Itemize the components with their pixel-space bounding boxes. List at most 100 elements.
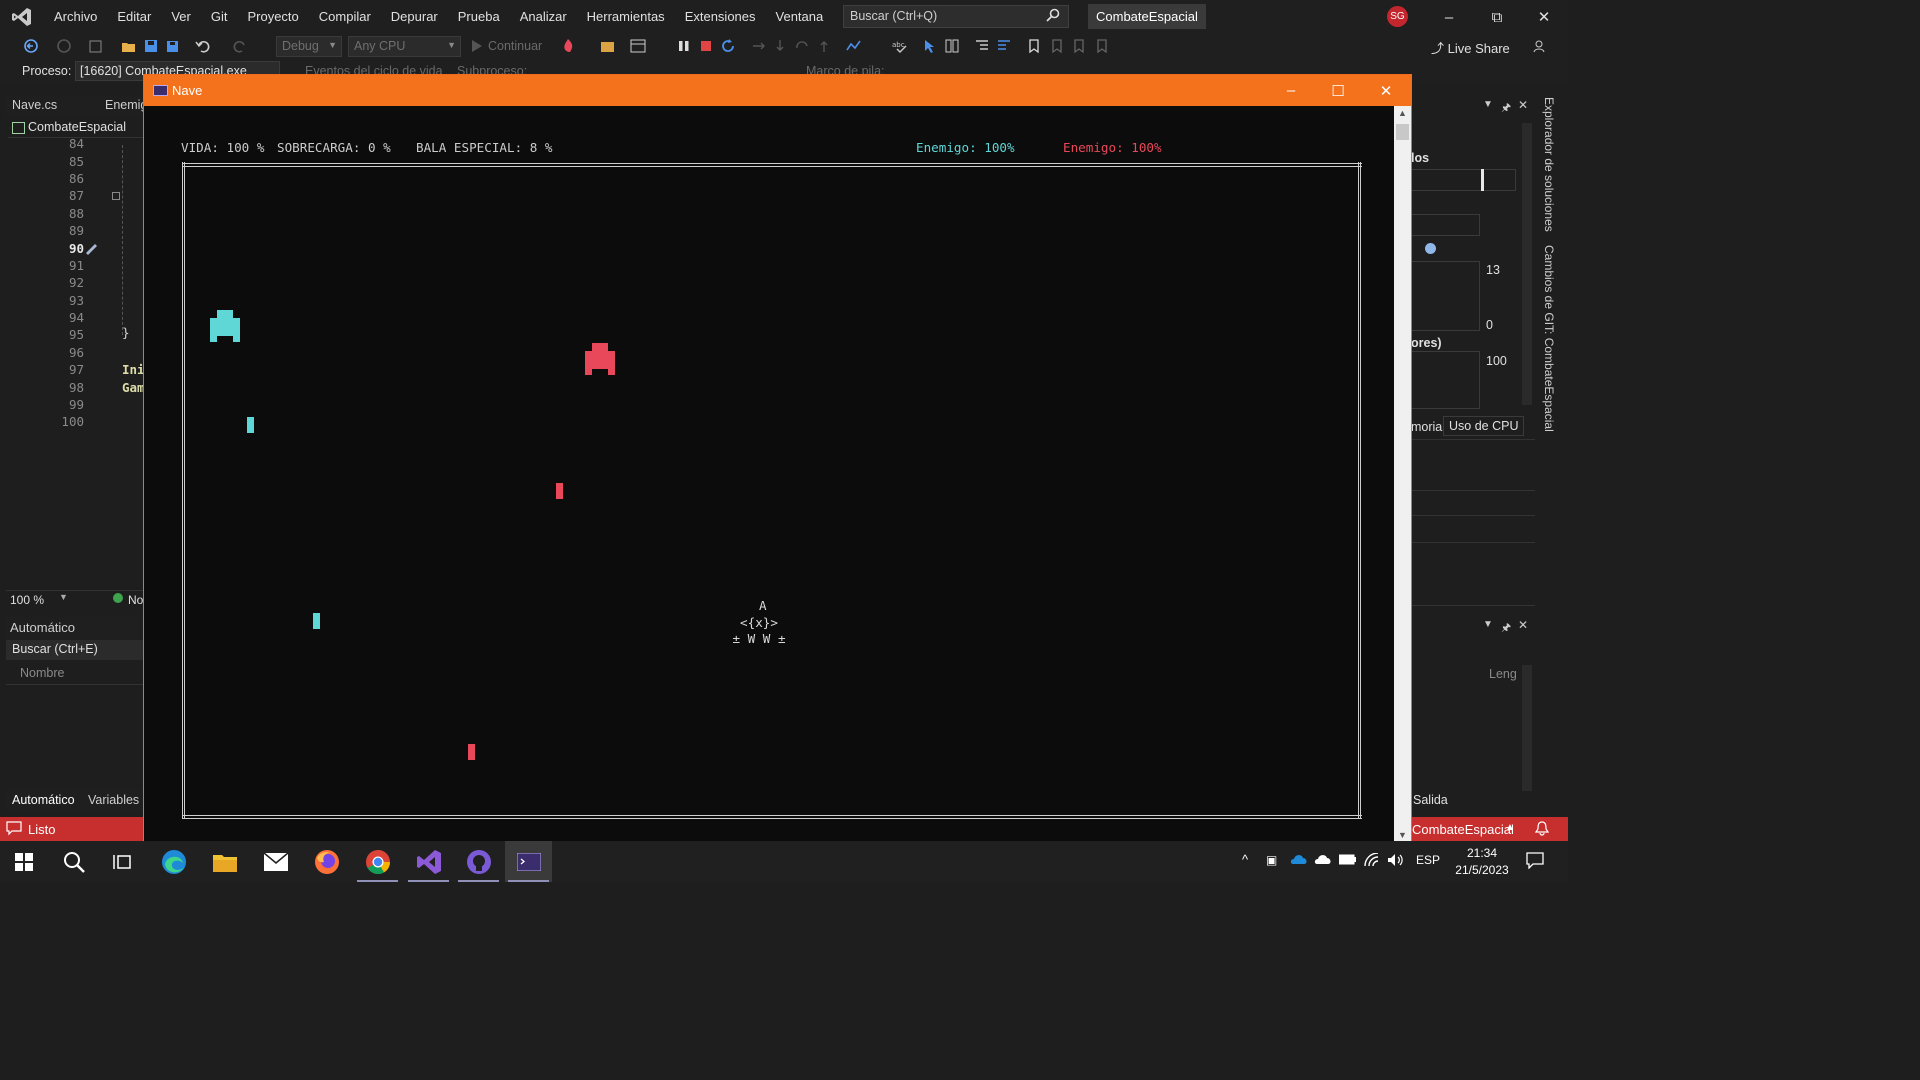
menu-ver[interactable]: Ver xyxy=(161,0,201,34)
zoom-dropdown[interactable]: 100 % xyxy=(10,593,44,607)
configuration-dropdown[interactable]: Debug ▼ xyxy=(276,36,342,57)
tab-autos[interactable]: Automático xyxy=(12,793,75,807)
menu-compilar[interactable]: Compilar xyxy=(309,0,381,34)
save-icon[interactable] xyxy=(143,38,159,54)
console-title-bar[interactable]: Nave – ☐ ✕ xyxy=(144,75,1411,106)
spellcheck-icon[interactable]: abc xyxy=(892,38,908,54)
status-project-selector[interactable]: CombateEspacial xyxy=(1412,822,1514,837)
maximize-icon[interactable]: ☐ xyxy=(1315,75,1361,106)
file-explorer-icon[interactable] xyxy=(201,841,248,882)
restore-icon[interactable]: ⧉ xyxy=(1474,0,1520,34)
close-icon[interactable]: ✕ xyxy=(1521,0,1567,34)
menu-analizar[interactable]: Analizar xyxy=(510,0,577,34)
chrome-icon[interactable] xyxy=(354,841,401,882)
menu-herramientas[interactable]: Herramientas xyxy=(577,0,675,34)
menu-git[interactable]: Git xyxy=(201,0,238,34)
live-share-button[interactable]: ⤴ Live Share xyxy=(1431,38,1510,57)
menu-ventana[interactable]: Ventana xyxy=(766,0,834,34)
close-icon[interactable]: ✕ xyxy=(1518,98,1528,112)
onedrive-blue-icon[interactable] xyxy=(1290,853,1308,868)
outdent-icon[interactable] xyxy=(974,38,990,54)
redo-icon[interactable] xyxy=(232,38,248,54)
show-next-statement-icon[interactable] xyxy=(751,38,767,54)
output-scrollbar[interactable] xyxy=(1522,665,1532,791)
diagnostics-scrollbar[interactable] xyxy=(1522,123,1532,405)
feedback-icon[interactable] xyxy=(1532,38,1548,54)
mail-icon[interactable] xyxy=(252,841,299,882)
wifi-icon[interactable] xyxy=(1364,852,1380,870)
menu-proyecto[interactable]: Proyecto xyxy=(237,0,308,34)
github-desktop-icon[interactable] xyxy=(455,841,502,882)
pin-icon[interactable]: 🖈 xyxy=(1501,619,1511,638)
window-dropdown-icon[interactable]: ▼ xyxy=(1483,99,1493,110)
console-scrollbar[interactable]: ▲ ▼ xyxy=(1394,106,1411,842)
autos-search-input[interactable]: Buscar (Ctrl+E) xyxy=(6,640,144,660)
console-game-area[interactable]: VIDA: 100 % SOBRECARGA: 0 % BALA ESPECIA… xyxy=(144,106,1394,842)
window-dropdown-icon[interactable]: ▼ xyxy=(1483,619,1493,630)
new-project-icon[interactable] xyxy=(88,38,104,54)
close-icon[interactable]: ✕ xyxy=(1518,618,1528,632)
visual-studio-icon[interactable] xyxy=(405,841,452,882)
battery-icon[interactable] xyxy=(1338,853,1357,868)
solution-explorer-tab[interactable]: Explorador de soluciones xyxy=(1542,97,1556,232)
tab-locals[interactable]: Variables l xyxy=(88,793,145,807)
minimize-icon[interactable]: – xyxy=(1426,0,1472,34)
save-all-icon[interactable] xyxy=(164,38,180,54)
volume-icon[interactable] xyxy=(1387,853,1405,870)
close-icon[interactable]: ✕ xyxy=(1363,75,1409,106)
menu-archivo[interactable]: Archivo xyxy=(44,0,107,34)
git-changes-tab[interactable]: Cambios de GIT: CombateEspacial xyxy=(1542,245,1556,432)
chevron-up-icon[interactable]: ^ xyxy=(1242,852,1248,867)
back-icon[interactable] xyxy=(23,38,39,54)
menu-extensiones[interactable]: Extensiones xyxy=(675,0,766,34)
layout-icon[interactable] xyxy=(630,38,646,54)
step-over-icon[interactable] xyxy=(794,38,810,54)
terminal-icon[interactable] xyxy=(505,841,552,882)
system-clock[interactable]: 21:34 21/5/2023 xyxy=(1447,845,1517,879)
avatar[interactable]: SG xyxy=(1387,6,1408,27)
input-language[interactable]: ESP xyxy=(1416,853,1440,867)
solution-folder-icon[interactable] xyxy=(600,38,616,54)
firefox-icon[interactable] xyxy=(303,841,350,882)
prev-bookmark-icon[interactable] xyxy=(1049,38,1065,54)
vs-search-input[interactable]: Buscar (Ctrl+Q) xyxy=(843,5,1069,28)
notifications-bell-icon[interactable] xyxy=(1534,821,1550,839)
menu-prueba[interactable]: Prueba xyxy=(448,0,510,34)
class-view-icon[interactable] xyxy=(944,38,960,54)
hot-reload-icon[interactable] xyxy=(560,38,576,54)
tab-memory[interactable]: moria xyxy=(1411,420,1442,434)
search-icon[interactable] xyxy=(1046,8,1060,25)
task-view-icon[interactable] xyxy=(99,841,146,882)
tab-cpu-usage[interactable]: Uso de CPU xyxy=(1443,416,1525,436)
forward-icon[interactable] xyxy=(56,38,72,54)
diagnostics-icon[interactable] xyxy=(846,38,862,54)
pin-icon[interactable]: 🖈 xyxy=(1501,99,1511,118)
tab-output[interactable]: Salida xyxy=(1413,793,1448,807)
console-scroll-thumb[interactable] xyxy=(1396,124,1409,140)
pause-icon[interactable] xyxy=(676,38,692,54)
chevron-up-icon[interactable]: ▲ xyxy=(1505,822,1515,833)
meet-now-icon[interactable]: ▣ xyxy=(1266,853,1277,867)
collapse-region-icon[interactable] xyxy=(112,192,120,200)
scroll-down-icon[interactable]: ▼ xyxy=(1398,830,1407,840)
stop-icon[interactable] xyxy=(698,38,714,54)
onedrive-icon[interactable] xyxy=(1314,853,1332,868)
step-out-icon[interactable] xyxy=(816,38,832,54)
bookmark-icon[interactable] xyxy=(1026,38,1042,54)
next-bookmark-icon[interactable] xyxy=(1071,38,1087,54)
tab-nave-cs[interactable]: Nave.cs xyxy=(12,98,57,112)
notifications-icon[interactable] xyxy=(1526,852,1544,872)
step-into-icon[interactable] xyxy=(772,38,788,54)
cursor-icon[interactable] xyxy=(922,38,938,54)
play-icon[interactable] xyxy=(469,38,485,54)
clear-bookmarks-icon[interactable] xyxy=(1094,38,1110,54)
scroll-up-icon[interactable]: ▲ xyxy=(1398,108,1407,118)
issues-status[interactable]: No xyxy=(128,593,143,607)
indent-icon[interactable] xyxy=(996,38,1012,54)
menu-depurar[interactable]: Depurar xyxy=(381,0,448,34)
undo-icon[interactable] xyxy=(195,38,211,54)
start-icon[interactable] xyxy=(0,841,47,882)
search-icon[interactable] xyxy=(50,841,97,882)
continue-button[interactable]: Continuar xyxy=(488,39,542,53)
tab-enemigo-cs[interactable]: Enemig xyxy=(105,98,147,112)
